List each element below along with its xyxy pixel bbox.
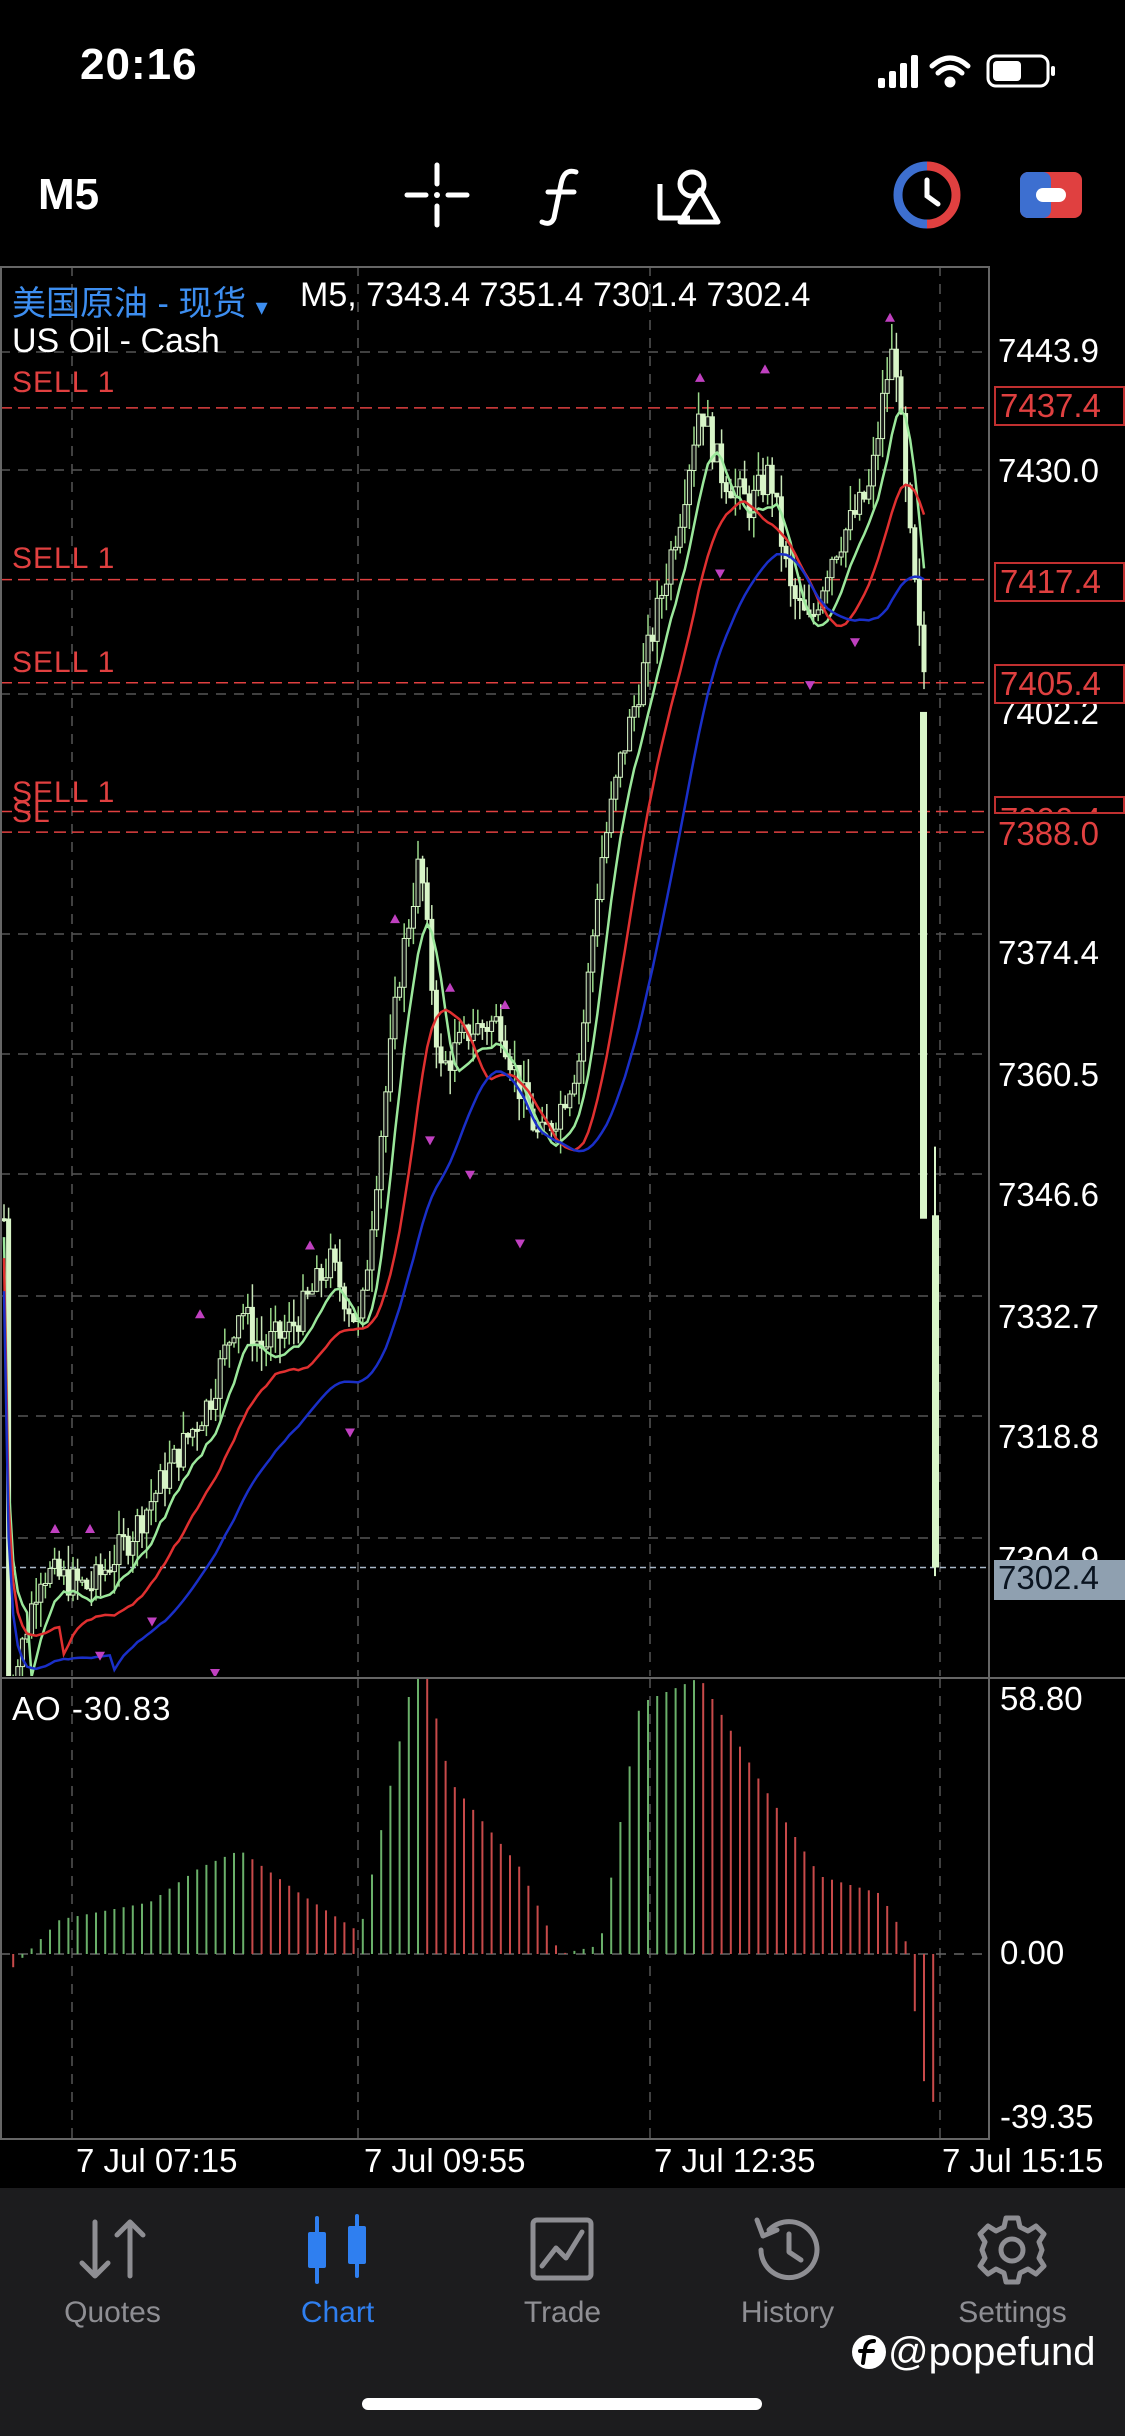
history-icon (754, 2217, 820, 2281)
price-tick: 7318.8 (998, 1418, 1099, 1455)
objects-icon[interactable] (652, 160, 722, 230)
order-price-tag: 7405.4 (994, 664, 1125, 704)
watermark: @popefund (850, 2330, 1095, 2375)
time-tick: 7 Jul 09:55 (364, 2142, 526, 2179)
price-tick: 7430.0 (998, 452, 1099, 489)
time-tick: 7 Jul 12:35 (654, 2142, 816, 2179)
chart-frame (0, 266, 1125, 2140)
battery-icon (986, 54, 1055, 88)
home-indicator (362, 2398, 762, 2410)
status-icons (878, 54, 1055, 88)
price-tick: 7443.9 (998, 332, 1099, 369)
order-price-tag: 7390.4 (994, 796, 1125, 814)
signal-icon (878, 55, 918, 88)
tab-trade[interactable]: Trade (450, 2210, 675, 2330)
ao-label: AO -30.83 (12, 1690, 172, 1727)
function-icon[interactable] (528, 160, 598, 230)
ao-tick: 0.00 (1000, 1934, 1065, 1971)
price-tick: 7374.4 (998, 934, 1099, 971)
crosshair-icon[interactable] (402, 160, 472, 230)
order-label[interactable]: SELL 1 (12, 542, 115, 576)
price-tick: 7332.7 (998, 1298, 1099, 1335)
brand-logo-icon (852, 2335, 886, 2369)
order-price-tag: 7417.4 (994, 562, 1125, 602)
ao-tick: -39.35 (1000, 2098, 1094, 2135)
current-price-tag: 7302.4 (994, 1560, 1125, 1600)
indicator-icon[interactable] (892, 160, 962, 230)
wifi-icon (929, 55, 971, 88)
status-time: 20:16 (80, 40, 198, 89)
tab-chart[interactable]: Chart (225, 2210, 450, 2330)
symbol-description: US Oil - Cash (12, 322, 220, 360)
order-label[interactable]: SELL 1 (12, 646, 115, 680)
order-label[interactable]: SELL 1 (12, 366, 115, 400)
price-tick: 7346.6 (998, 1176, 1099, 1213)
symbol-name[interactable]: 美国原油 - 现货 ▾ (12, 276, 268, 325)
ohlc-readout: M5, 7343.4 7351.4 7301.4 7302.4 (300, 276, 811, 314)
chart-icon (308, 2214, 366, 2284)
order-price-tag: 7437.4 (994, 386, 1125, 426)
price-tick: 7360.5 (998, 1056, 1099, 1093)
gear-icon (977, 2215, 1047, 2285)
trade-icon (530, 2217, 594, 2281)
quotes-icon (79, 2219, 146, 2279)
time-tick: 7 Jul 15:15 (942, 2142, 1104, 2179)
tab-history[interactable]: History (675, 2210, 900, 2330)
tab-settings[interactable]: Settings (900, 2210, 1125, 2330)
account-icon[interactable] (1016, 160, 1086, 230)
sl-label[interactable]: SL (12, 796, 51, 830)
ao-tick: 58.80 (1000, 1680, 1083, 1717)
sl-price-tag: 7388.0 (994, 816, 1125, 856)
timeframe-button[interactable]: M5 (38, 170, 99, 220)
time-tick: 7 Jul 07:15 (76, 2142, 238, 2179)
tab-quotes[interactable]: Quotes (0, 2210, 225, 2330)
